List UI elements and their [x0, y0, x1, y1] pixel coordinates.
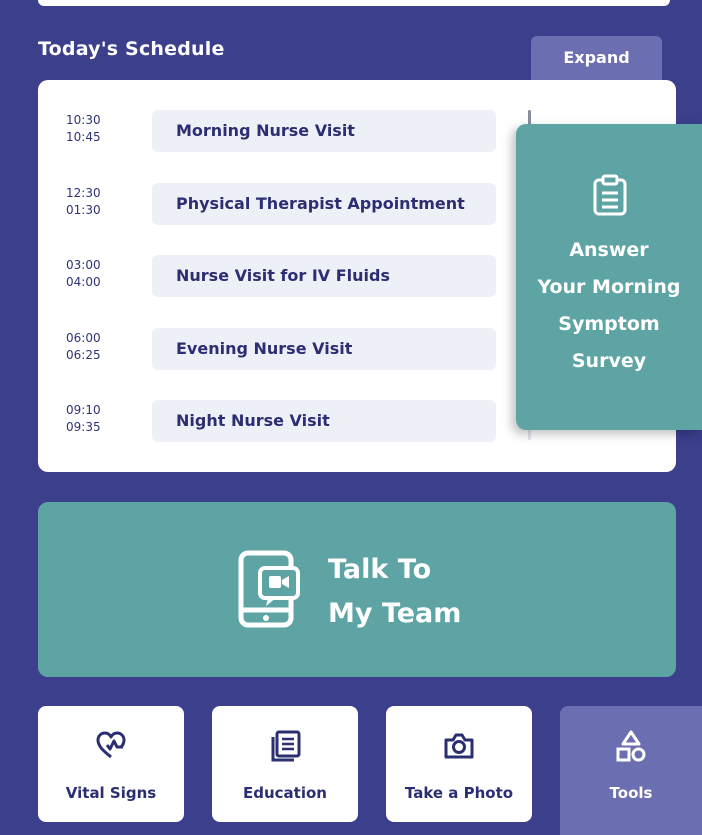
education-label: Education	[243, 784, 327, 802]
camera-icon	[444, 733, 474, 759]
survey-label-line: Your Morning	[537, 276, 681, 298]
schedule-item-label: Physical Therapist Appointment	[152, 183, 496, 225]
schedule-item-label: Night Nurse Visit	[152, 400, 496, 442]
expand-button[interactable]: Expand	[531, 36, 662, 82]
tablet-video-chat-icon	[238, 550, 300, 628]
schedule-times: 09:10 09:35	[66, 402, 126, 436]
schedule-times: 10:30 10:45	[66, 112, 126, 146]
tools-label: Tools	[609, 784, 653, 802]
schedule-times: 03:00 04:00	[66, 257, 126, 291]
end-time: 09:35	[66, 420, 101, 434]
talk-to-team-button[interactable]: Talk To My Team	[38, 502, 676, 677]
schedule-times: 12:30 01:30	[66, 185, 126, 219]
schedule-item-label: Nurse Visit for IV Fluids	[152, 255, 496, 297]
schedule-times: 06:00 06:25	[66, 330, 126, 364]
vital-signs-label: Vital Signs	[65, 784, 157, 802]
take-photo-button[interactable]: Take a Photo	[386, 706, 532, 822]
schedule-item[interactable]: 09:10 09:35 Night Nurse Visit	[62, 400, 512, 442]
heart-pulse-icon	[96, 731, 126, 759]
talk-label-line: Talk To	[328, 554, 432, 585]
survey-label-line: Answer	[569, 239, 649, 261]
start-time: 12:30	[66, 186, 101, 200]
survey-label: Answer Your Morning Symptom Survey	[524, 232, 694, 380]
schedule-item[interactable]: 06:00 06:25 Evening Nurse Visit	[62, 328, 512, 370]
top-card-edge	[38, 0, 670, 6]
vital-signs-button[interactable]: Vital Signs	[38, 706, 184, 822]
schedule-item-label: Morning Nurse Visit	[152, 110, 496, 152]
schedule-item-label: Evening Nurse Visit	[152, 328, 496, 370]
end-time: 01:30	[66, 203, 101, 217]
shapes-icon	[616, 730, 646, 762]
tools-button[interactable]: Tools	[560, 706, 702, 835]
schedule-item[interactable]: 10:30 10:45 Morning Nurse Visit	[62, 110, 512, 152]
end-time: 10:45	[66, 130, 101, 144]
take-photo-label: Take a Photo	[404, 784, 514, 802]
start-time: 09:10	[66, 403, 101, 417]
talk-label: Talk To My Team	[328, 548, 588, 636]
education-button[interactable]: Education	[212, 706, 358, 822]
schedule-title: Today's Schedule	[38, 38, 225, 60]
survey-label-line: Symptom	[558, 313, 660, 335]
schedule-item[interactable]: 12:30 01:30 Physical Therapist Appointme…	[62, 183, 512, 225]
end-time: 04:00	[66, 275, 101, 289]
survey-label-line: Survey	[571, 350, 647, 372]
morning-survey-button[interactable]: Answer Your Morning Symptom Survey	[516, 124, 702, 430]
start-time: 03:00	[66, 258, 101, 272]
schedule-item[interactable]: 03:00 04:00 Nurse Visit for IV Fluids	[62, 255, 512, 297]
document-icon	[271, 730, 301, 762]
end-time: 06:25	[66, 348, 101, 362]
start-time: 10:30	[66, 113, 101, 127]
start-time: 06:00	[66, 331, 101, 345]
clipboard-icon	[593, 174, 627, 216]
talk-label-line: My Team	[328, 598, 462, 629]
